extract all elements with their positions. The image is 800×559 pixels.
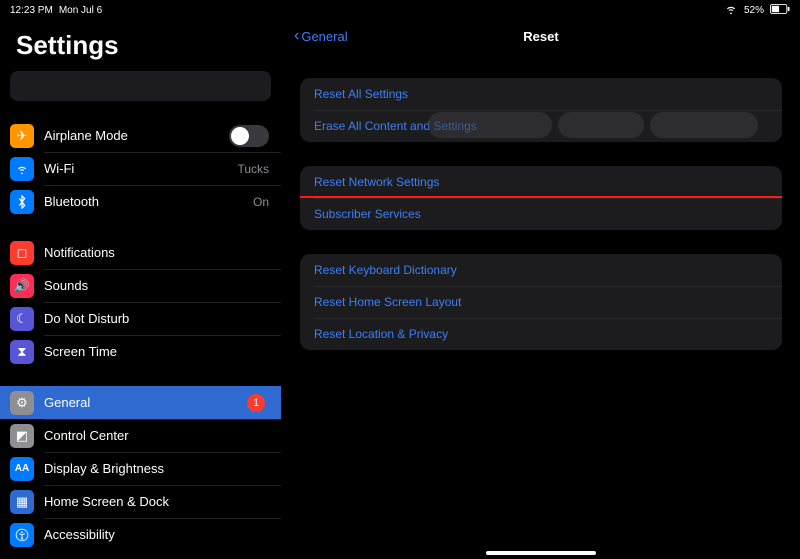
sidebar-item-label: Sounds [44,278,269,293]
bluetooth-value: On [253,195,269,209]
notifications-icon: ◻ [10,241,34,265]
sidebar-item-label: Display & Brightness [44,461,269,476]
reset-group-1: Reset All Settings Erase All Content and… [300,78,782,142]
battery-icon [770,4,790,17]
reset-group-2: Reset Network Settings Subscriber Servic… [300,166,782,230]
status-bar: 12:23 PM Mon Jul 6 52% [0,0,800,18]
nav-bar: ‹ General Reset [294,18,788,54]
sidebar-item-label: Do Not Disturb [44,311,269,326]
sidebar-item-label: Control Center [44,428,269,443]
moon-icon: ☾ [10,307,34,331]
notification-badge: 1 [247,394,265,412]
sidebar-item-display[interactable]: AA Display & Brightness [0,452,281,485]
sidebar-item-label: Screen Time [44,344,269,359]
sidebar-item-bluetooth[interactable]: Bluetooth On [0,185,281,218]
sidebar-item-wifi[interactable]: Wi-Fi Tucks [0,152,281,185]
sidebar-item-notifications[interactable]: ◻ Notifications [0,236,281,269]
row-label: Reset Home Screen Layout [314,295,461,309]
sidebar-item-general[interactable]: ⚙ General 1 [0,386,281,419]
sidebar-item-label: Accessibility [44,527,269,542]
battery-percent: 52% [744,5,764,16]
hourglass-icon: ⧗ [10,340,34,364]
sidebar-item-label: General [44,395,247,410]
page-title: Settings [0,18,281,71]
status-date: Mon Jul 6 [59,5,102,16]
row-label: Reset All Settings [314,87,408,101]
chevron-left-icon: ‹ [294,27,299,45]
search-input[interactable] [10,71,271,101]
reset-keyboard-dictionary-row[interactable]: Reset Keyboard Dictionary [300,254,782,286]
sidebar-item-label: Home Screen & Dock [44,494,269,509]
sliders-icon: ◩ [10,424,34,448]
detail-pane: ‹ General Reset Reset All Settings Erase… [282,18,800,559]
home-indicator[interactable] [486,551,596,555]
sidebar-item-control-center[interactable]: ◩ Control Center [0,419,281,452]
wifi-value: Tucks [237,162,269,176]
gear-icon: ⚙ [10,391,34,415]
back-label: General [301,29,347,44]
subscriber-services-row[interactable]: Subscriber Services [300,198,782,230]
sidebar-item-label: Bluetooth [44,194,253,209]
redaction-overlay [558,112,644,138]
sidebar-item-sounds[interactable]: 🔊 Sounds [0,269,281,302]
sidebar-item-airplane[interactable]: ✈ Airplane Mode [0,119,281,152]
sidebar-item-home-screen[interactable]: ▦ Home Screen & Dock [0,485,281,518]
reset-all-settings-row[interactable]: Reset All Settings [300,78,782,110]
sidebar-item-accessibility[interactable]: Accessibility [0,518,281,551]
nav-title: Reset [523,29,558,44]
reset-home-screen-layout-row[interactable]: Reset Home Screen Layout [300,286,782,318]
wifi-icon [724,2,738,19]
row-label: Reset Network Settings [314,175,439,189]
row-label: Reset Keyboard Dictionary [314,263,457,277]
display-icon: AA [10,457,34,481]
sidebar-item-label: Airplane Mode [44,128,229,143]
bluetooth-icon [10,190,34,214]
sidebar-item-screen-time[interactable]: ⧗ Screen Time [0,335,281,368]
sidebar-item-label: Wi-Fi [44,161,237,176]
reset-location-privacy-row[interactable]: Reset Location & Privacy [300,318,782,350]
redaction-overlay [428,112,552,138]
accessibility-icon [10,523,34,547]
settings-sidebar: Settings ✈ Airplane Mode Wi-Fi Tucks Blu… [0,18,282,559]
sounds-icon: 🔊 [10,274,34,298]
wifi-icon [10,157,34,181]
status-time: 12:23 PM [10,5,53,16]
redaction-overlay [650,112,758,138]
reset-group-3: Reset Keyboard Dictionary Reset Home Scr… [300,254,782,350]
back-button[interactable]: ‹ General [294,18,348,54]
airplane-icon: ✈ [10,124,34,148]
reset-network-settings-row[interactable]: Reset Network Settings [300,166,782,198]
row-label: Reset Location & Privacy [314,327,448,341]
sidebar-item-label: Notifications [44,245,269,260]
row-label: Subscriber Services [314,207,421,221]
airplane-toggle[interactable] [229,125,269,147]
grid-icon: ▦ [10,490,34,514]
sidebar-item-dnd[interactable]: ☾ Do Not Disturb [0,302,281,335]
